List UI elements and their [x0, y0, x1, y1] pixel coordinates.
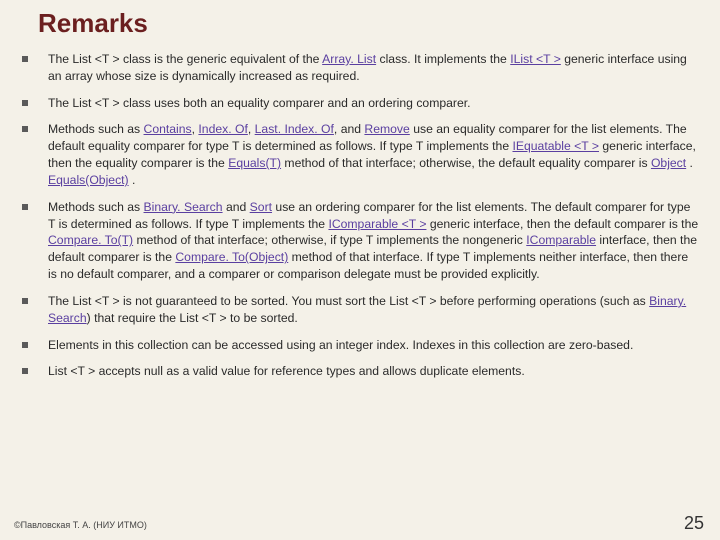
text: List <T > accepts null as a valid value …: [48, 364, 525, 378]
list-item: The List <T > class is the generic equiv…: [20, 51, 700, 85]
text: The List <T > is not guaranteed to be so…: [48, 294, 649, 308]
footer-credit: ©Павловская Т. А. (НИУ ИТМО): [14, 520, 147, 530]
list-item: Methods such as Contains, Index. Of, Las…: [20, 121, 700, 188]
text: ) that require the List <T > to be sorte…: [87, 311, 298, 325]
slide-title: Remarks: [38, 8, 700, 39]
text: Methods such as: [48, 122, 144, 136]
list-item: Elements in this collection can be acces…: [20, 337, 700, 354]
link-icomparable-t[interactable]: IComparable <T >: [328, 217, 426, 231]
link-icomparable[interactable]: IComparable: [526, 233, 596, 247]
link-equals-t[interactable]: Equals(T): [228, 156, 281, 170]
text: .: [129, 173, 136, 187]
list-item: List <T > accepts null as a valid value …: [20, 363, 700, 380]
link-arraylist[interactable]: Array. List: [322, 52, 376, 66]
link-iequatable-t[interactable]: IEquatable <T >: [512, 139, 599, 153]
link-ilist-t[interactable]: IList <T >: [510, 52, 561, 66]
bullet-list: The List <T > class is the generic equiv…: [20, 51, 700, 380]
text: The List <T > class uses both an equalit…: [48, 96, 471, 110]
link-remove[interactable]: Remove: [364, 122, 409, 136]
text: Methods such as: [48, 200, 144, 214]
link-compareto-object[interactable]: Compare. To(Object): [175, 250, 288, 264]
list-item: The List <T > class uses both an equalit…: [20, 95, 700, 112]
list-item: The List <T > is not guaranteed to be so…: [20, 293, 700, 327]
page-number: 25: [684, 513, 704, 534]
link-equals-object[interactable]: Equals(Object): [48, 173, 129, 187]
link-sort[interactable]: Sort: [250, 200, 272, 214]
text: The List <T > class is the generic equiv…: [48, 52, 322, 66]
link-contains[interactable]: Contains: [144, 122, 192, 136]
link-indexof[interactable]: Index. Of: [198, 122, 247, 136]
link-object[interactable]: Object: [651, 156, 686, 170]
text: method of that interface; otherwise, if …: [133, 233, 526, 247]
link-binarysearch[interactable]: Binary. Search: [144, 200, 223, 214]
text: and: [223, 200, 250, 214]
text: ,: [248, 122, 255, 136]
text: , and: [334, 122, 365, 136]
text: Elements in this collection can be acces…: [48, 338, 633, 352]
text: generic interface, then the default comp…: [426, 217, 698, 231]
text: method of that interface; otherwise, the…: [281, 156, 651, 170]
link-lastindexof[interactable]: Last. Index. Of: [255, 122, 334, 136]
link-compareto-t[interactable]: Compare. To(T): [48, 233, 133, 247]
list-item: Methods such as Binary. Search and Sort …: [20, 199, 700, 283]
text: class. It implements the: [376, 52, 510, 66]
slide: Remarks The List <T > class is the gener…: [0, 0, 720, 540]
text: .: [686, 156, 693, 170]
